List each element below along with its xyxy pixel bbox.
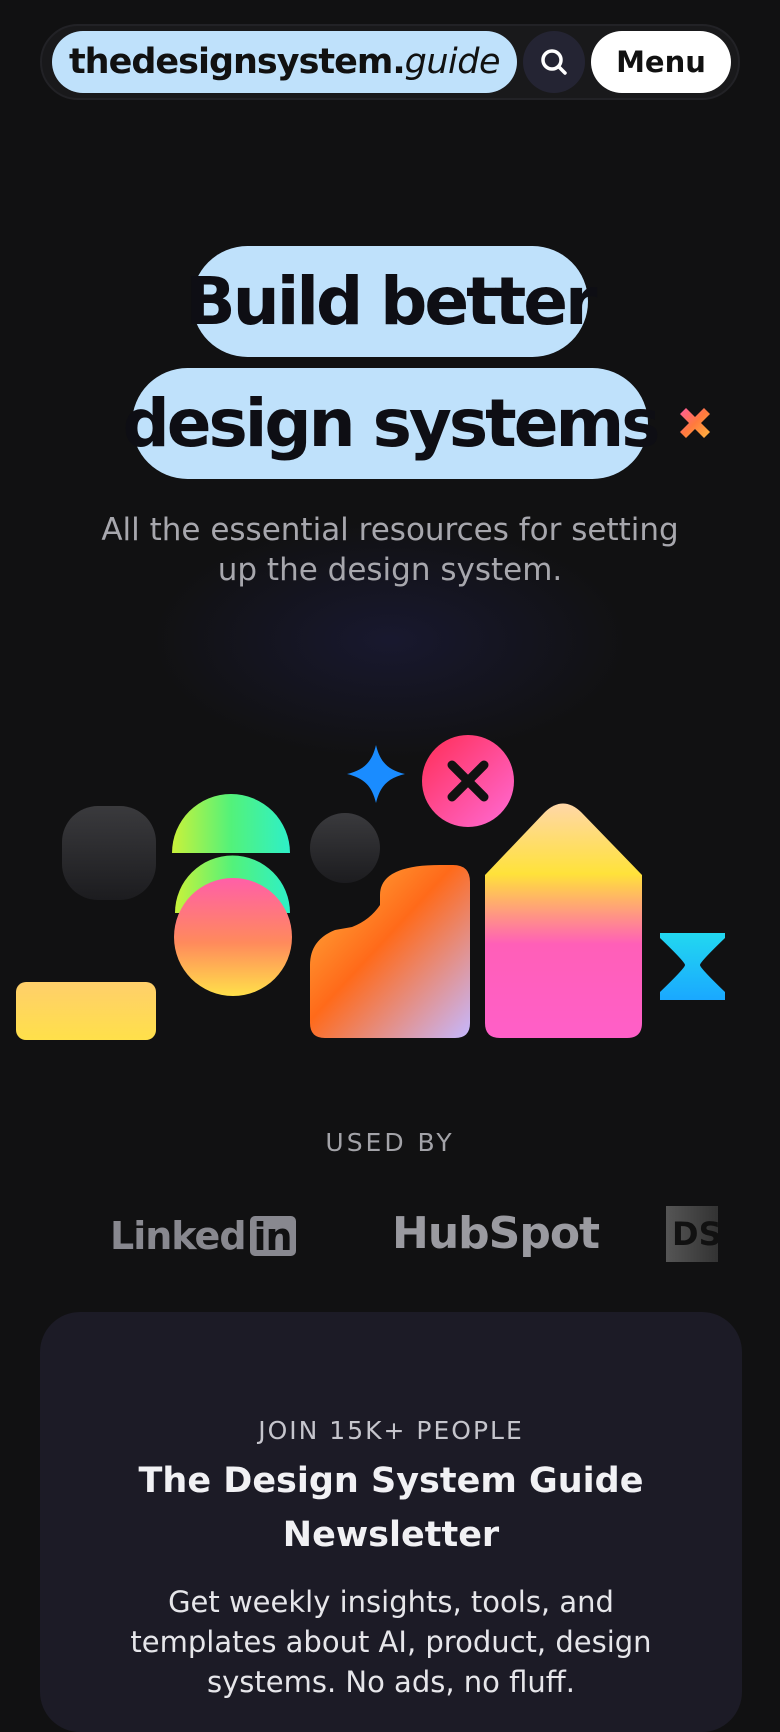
linkedin-logo-box: in xyxy=(249,1216,296,1258)
menu-button[interactable]: Menu xyxy=(591,31,731,93)
cyan-hourglass xyxy=(660,933,725,1000)
hubspot-logo: HubSpot xyxy=(392,1208,600,1259)
ds-logo: DS xyxy=(666,1206,718,1262)
stair-shape xyxy=(310,865,470,1038)
house-shape xyxy=(485,803,642,1038)
newsletter-card: JOIN 15K+ PEOPLE The Design System Guide… xyxy=(40,1312,742,1732)
newsletter-title: The Design System Guide Newsletter xyxy=(138,1461,644,1555)
dark-rounded-square xyxy=(62,806,156,900)
linkedin-logo: Linked in xyxy=(110,1214,296,1258)
used-by-logos: Linked in HubSpot DS xyxy=(0,1200,780,1270)
hero-title-line-2: design systems xyxy=(122,368,661,479)
small-dark-circle xyxy=(310,813,380,883)
green-half-circle xyxy=(172,794,290,853)
hero-subtitle: All the essential resources for setting … xyxy=(101,512,679,588)
linkedin-logo-text: Linked xyxy=(110,1214,247,1258)
decorative-shapes-illustration xyxy=(16,735,725,1040)
gradient-circle xyxy=(174,878,292,996)
logo-main-text: thedesignsystem. xyxy=(68,42,406,82)
used-by-label: USED BY xyxy=(325,1128,455,1157)
sparkle-x-icon xyxy=(680,408,710,438)
newsletter-description: Get weekly insights, tools, and template… xyxy=(130,1585,652,1699)
four-point-star xyxy=(347,745,405,803)
top-navigation: thedesignsystem. guide Menu xyxy=(40,24,740,100)
hero-title-line-1: Build better xyxy=(185,246,598,357)
logo-italic-text: guide xyxy=(404,42,501,82)
newsletter-eyebrow: JOIN 15K+ PEOPLE xyxy=(258,1416,524,1445)
search-icon xyxy=(541,49,567,75)
search-button[interactable] xyxy=(523,31,585,93)
site-logo[interactable]: thedesignsystem. guide xyxy=(52,31,517,93)
yellow-bar xyxy=(16,982,156,1040)
